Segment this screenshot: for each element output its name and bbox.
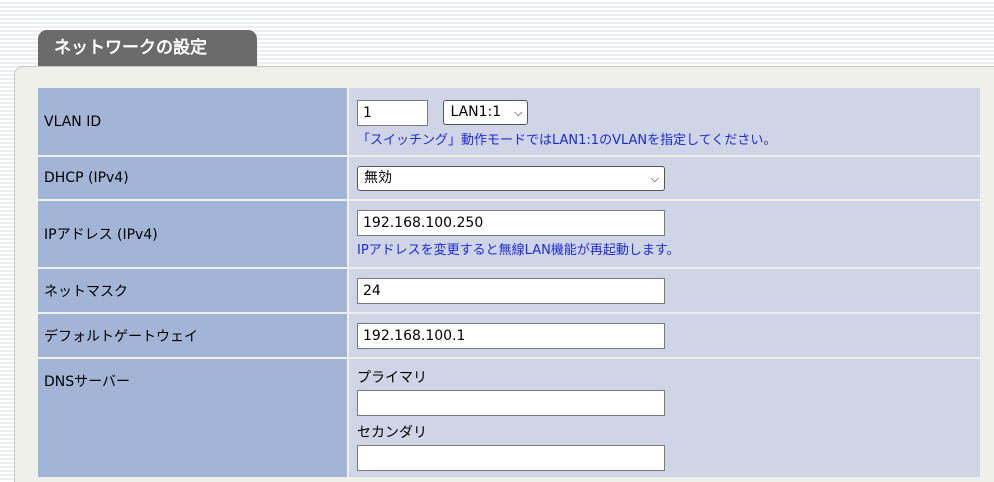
dns-primary-input[interactable]: [357, 390, 665, 416]
default-gateway-input[interactable]: [357, 322, 665, 349]
dns-server-label: DNSサーバー: [36, 357, 349, 479]
default-gateway-label: デフォルトゲートウェイ: [36, 312, 349, 359]
vlan-note: 「スイッチング」動作モードではLAN1:1のVLANを指定してください。: [357, 132, 777, 148]
ip-address-label: IPアドレス (IPv4): [36, 199, 349, 269]
vlan-id-label: VLAN ID: [36, 86, 349, 157]
dhcp-select-value: 無効: [364, 169, 392, 186]
dhcp-cell: 無効 ⌵: [347, 155, 982, 201]
ip-address-input[interactable]: [357, 210, 665, 236]
dns-server-cell: プライマリ セカンダリ: [347, 357, 982, 479]
netmask-input[interactable]: [357, 277, 665, 304]
vlan-lan-select-value: LAN1:1: [450, 104, 502, 120]
ip-address-note: IPアドレスを変更すると無線LAN機能が再起動します。: [357, 243, 680, 258]
netmask-cell: [347, 267, 982, 314]
table-row: DNSサーバー プライマリ セカンダリ: [36, 357, 982, 479]
network-settings-table: VLAN ID LAN1:1 ⌵ 「スイッチング」動作モードではLAN1:1のV…: [36, 86, 982, 479]
default-gateway-cell: [347, 312, 982, 359]
dns-secondary-input[interactable]: [357, 445, 665, 471]
section-title-tab: ネットワークの設定: [38, 30, 257, 66]
table-row: IPアドレス (IPv4) IPアドレスを変更すると無線LAN機能が再起動します…: [36, 199, 982, 269]
vlan-id-cell: LAN1:1 ⌵ 「スイッチング」動作モードではLAN1:1のVLANを指定して…: [347, 86, 982, 157]
netmask-label: ネットマスク: [36, 267, 349, 314]
dhcp-select[interactable]: 無効 ⌵: [357, 165, 665, 191]
table-row: デフォルトゲートウェイ: [36, 312, 982, 359]
table-row: DHCP (IPv4) 無効 ⌵: [36, 155, 982, 201]
dhcp-label: DHCP (IPv4): [36, 155, 349, 201]
chevron-down-icon: ⌵: [514, 106, 523, 119]
dns-secondary-label: セカンダリ: [357, 425, 427, 441]
chevron-down-icon: ⌵: [650, 171, 659, 185]
table-row: ネットマスク: [36, 267, 982, 314]
table-row: VLAN ID LAN1:1 ⌵ 「スイッチング」動作モードではLAN1:1のV…: [36, 86, 982, 157]
dns-primary-label: プライマリ: [357, 370, 427, 386]
vlan-lan-select[interactable]: LAN1:1 ⌵: [443, 100, 529, 125]
ip-address-cell: IPアドレスを変更すると無線LAN機能が再起動します。: [347, 199, 982, 269]
vlan-id-input[interactable]: [357, 99, 428, 126]
